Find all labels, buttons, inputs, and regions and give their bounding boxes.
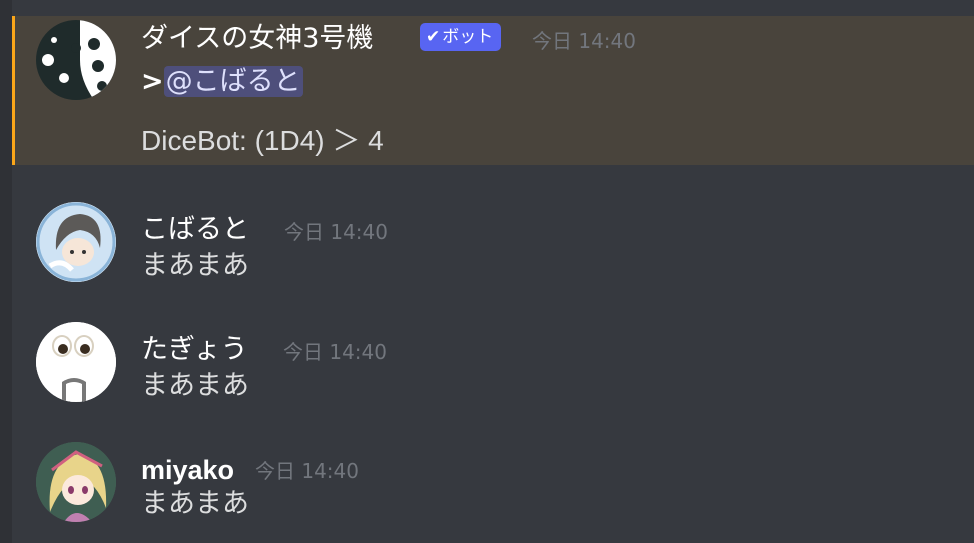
avatar-tagyou[interactable] [36,322,116,402]
dice-result-text: DiceBot: (1D4) ＞ 4 [141,125,384,156]
message-text: まあまあ [141,488,249,519]
googly-eyes-icon [36,322,116,402]
timestamp[interactable]: 今日 14:40 [283,340,387,364]
bot-badge-label: ボット [442,27,494,47]
channel-gutter [0,0,12,543]
message-text: まあまあ [141,250,249,281]
timestamp[interactable]: 今日 14:40 [532,29,636,53]
previous-message-area [12,0,974,16]
avatar-bot[interactable] [36,20,116,100]
author-name[interactable]: miyako [141,454,234,486]
message-text: まあまあ [141,370,249,401]
dice-face-icon [36,20,116,100]
anime-avatar-icon [36,202,116,282]
avatar-miyako[interactable] [36,442,116,522]
avatar-kobaruto[interactable] [36,202,116,282]
bot-badge: ✔ ボット [420,23,502,51]
message-reply-line: >@こばると [141,66,303,98]
message[interactable]: miyako 今日 14:40 まあまあ [12,429,974,543]
anime-avatar-icon [36,442,116,522]
author-name[interactable]: たぎょう [141,334,248,366]
author-name[interactable]: ダイスの女神3号機 [141,23,373,55]
timestamp[interactable]: 今日 14:40 [284,220,388,244]
timestamp[interactable]: 今日 14:40 [255,459,359,483]
quote-marker: > [141,66,164,97]
author-name[interactable]: こばると [141,214,249,246]
message-bot-highlighted[interactable]: ダイスの女神3号機 ✔ ボット 今日 14:40 >@こばると DiceBot: … [12,16,974,165]
check-icon: ✔ [426,27,441,47]
user-mention[interactable]: @こばると [163,66,303,97]
message[interactable]: こばると 今日 14:40 まあまあ [12,190,974,305]
message[interactable]: たぎょう 今日 14:40 まあまあ [12,310,974,425]
